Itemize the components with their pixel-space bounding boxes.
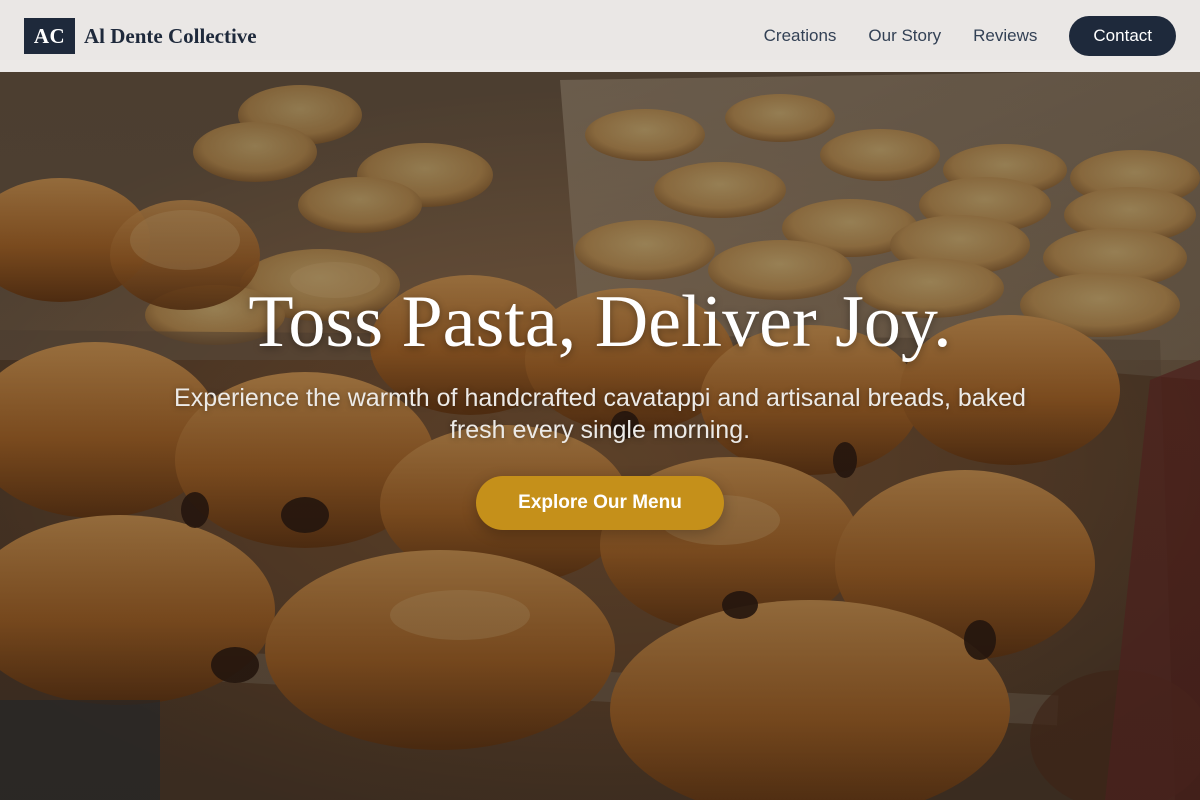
brand-name[interactable]: Al Dente Collective xyxy=(84,24,257,49)
nav-link-our-story[interactable]: Our Story xyxy=(868,26,941,46)
explore-menu-button[interactable]: Explore Our Menu xyxy=(476,476,724,530)
hero-subtitle: Experience the warmth of handcrafted cav… xyxy=(174,384,1026,444)
hero-section: Toss Pasta, Deliver Joy. Experience the … xyxy=(0,278,1200,530)
brand-logo[interactable]: AC xyxy=(24,18,75,54)
hero-title: Toss Pasta, Deliver Joy. xyxy=(248,281,952,363)
site-header: AC Al Dente Collective Creations Our Sto… xyxy=(0,0,1200,72)
landing-page: AC Al Dente Collective Creations Our Sto… xyxy=(0,0,1200,800)
brand[interactable]: AC Al Dente Collective xyxy=(24,18,257,54)
nav-link-creations[interactable]: Creations xyxy=(764,26,837,46)
main-nav: Creations Our Story Reviews Contact xyxy=(764,16,1176,56)
contact-button[interactable]: Contact xyxy=(1069,16,1176,56)
nav-link-reviews[interactable]: Reviews xyxy=(973,26,1037,46)
